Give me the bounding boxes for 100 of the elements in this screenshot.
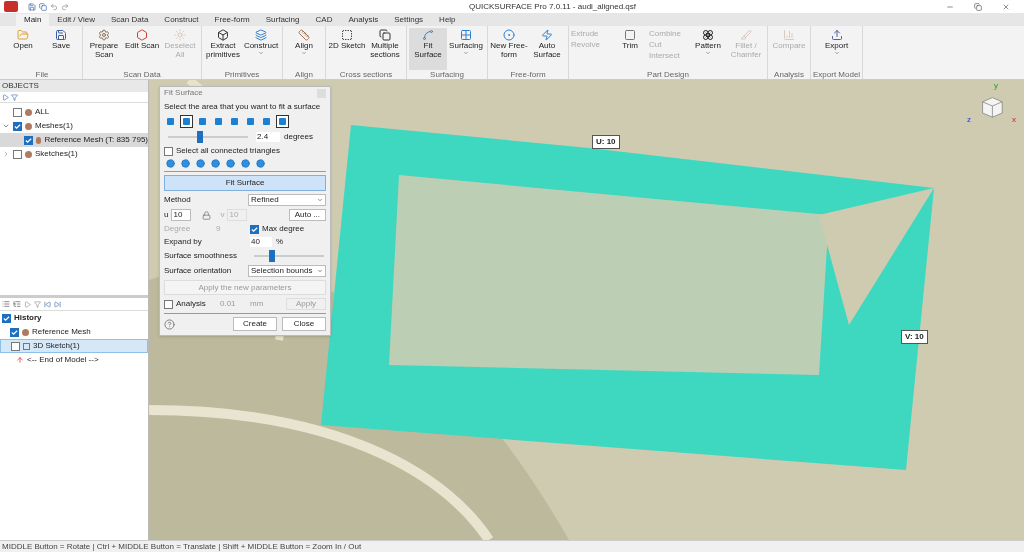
status-text: MIDDLE Button = Rotate | Ctrl + MIDDLE Button = Translate | Shift + MIDDLE Button = Zoom In / Out: [2, 540, 362, 552]
ribbon-button[interactable]: Multiple sections: [366, 28, 404, 70]
save-icon[interactable]: [28, 2, 36, 11]
checkbox-label: Analysis: [176, 299, 207, 309]
undo-icon[interactable]: [50, 2, 58, 11]
menu-tab[interactable]: Construct: [156, 14, 207, 26]
play-icon[interactable]: [24, 300, 31, 308]
group-label: Cross sections: [339, 70, 393, 80]
copy-icon[interactable]: [39, 2, 47, 11]
list-icon[interactable]: [2, 300, 10, 308]
ribbon-button[interactable]: Export: [817, 28, 856, 70]
history-item[interactable]: 3D Sketch(1): [0, 339, 148, 353]
lock-icon[interactable]: [202, 210, 212, 220]
filter-icon[interactable]: [11, 93, 18, 101]
skip-back-icon[interactable]: [44, 300, 51, 308]
ruler-icon: [298, 29, 310, 41]
selection-tool-button[interactable]: [276, 115, 289, 128]
dialog-button[interactable]: Create: [233, 317, 277, 331]
close-icon[interactable]: [1002, 2, 1010, 11]
checkbox[interactable]: [164, 146, 173, 156]
skip-forward-icon[interactable]: [54, 300, 61, 308]
play-icon[interactable]: [2, 93, 9, 101]
ribbon-button[interactable]: Construct: [242, 28, 280, 70]
tree-icon[interactable]: [13, 300, 21, 308]
help-icon[interactable]: [164, 318, 175, 330]
unit-label: %: [276, 237, 284, 247]
ribbon-button[interactable]: Surfacing: [447, 28, 485, 70]
tree-item[interactable]: Reference Mesh (T: 835 795): [0, 133, 148, 147]
tree-label: Meshes(1): [35, 120, 73, 132]
checkbox[interactable]: [13, 121, 22, 131]
layers-icon: [255, 29, 267, 41]
ribbon-button[interactable]: Prepare Scan: [85, 28, 123, 70]
menu-tab[interactable]: Settings: [386, 14, 432, 26]
slider-thumb[interactable]: [197, 131, 203, 143]
slider[interactable]: [168, 131, 248, 143]
checkbox[interactable]: [23, 135, 33, 145]
ribbon-button[interactable]: Fit Surface: [409, 28, 447, 70]
sketch-icon: [23, 342, 30, 350]
history-item[interactable]: Reference Mesh: [0, 325, 148, 339]
unit-label: mm: [250, 299, 265, 309]
ribbon-button[interactable]: Edit Scan: [123, 28, 161, 70]
checkbox[interactable]: [250, 224, 259, 234]
history-item[interactable]: <-- End of Model -->: [0, 353, 148, 367]
checkbox[interactable]: [2, 313, 11, 323]
menu-tab[interactable]: Main: [16, 14, 50, 26]
tree-label: ALL: [35, 106, 50, 118]
slider-thumb[interactable]: [268, 250, 275, 262]
ribbon-button[interactable]: Trim: [611, 28, 649, 70]
ribbon-button[interactable]: Extract primitives: [204, 28, 242, 70]
sketch-icon: [341, 29, 353, 41]
field-label: Surface smoothness: [164, 251, 238, 261]
group-label: Align: [295, 70, 313, 80]
angle-field[interactable]: 2.4: [256, 132, 280, 142]
checkbox[interactable]: [11, 341, 20, 351]
expand-field[interactable]: 40: [250, 237, 272, 247]
history-item[interactable]: History: [0, 311, 148, 325]
menu-tab[interactable]: Free-form: [206, 14, 258, 26]
ribbon-button[interactable]: Auto Surface: [528, 28, 566, 70]
square-icon: [624, 29, 636, 41]
group-label: Primitives: [224, 70, 260, 80]
dialog-button[interactable]: Close: [282, 317, 326, 331]
checkbox[interactable]: [13, 107, 22, 117]
lightning-icon: [541, 29, 553, 41]
ribbon-button[interactable]: Align: [285, 28, 323, 70]
caret-icon: [317, 197, 323, 203]
tree-item[interactable]: Sketches(1): [0, 147, 148, 161]
checkbox[interactable]: [13, 149, 22, 159]
menu-tab[interactable]: Surfacing: [257, 14, 308, 26]
menu-tab[interactable]: Scan Data: [103, 14, 157, 26]
field-label: Method: [164, 195, 191, 205]
gear-icon: [98, 29, 110, 41]
auto-button[interactable]: Auto ...: [288, 209, 326, 221]
menu-tab[interactable]: Help: [431, 14, 464, 26]
circle-icon: [503, 29, 515, 41]
ribbon-button[interactable]: New Free-form: [490, 28, 528, 70]
ribbon-button[interactable]: Open: [4, 28, 42, 70]
u-spinner[interactable]: 10: [171, 209, 192, 221]
menu-tab[interactable]: Analysis: [340, 14, 387, 26]
checkbox[interactable]: [10, 327, 19, 337]
window-title: QUICKSURFACE Pro 7.0.11 - audi_aligned.qsf: [467, 0, 636, 13]
ribbon-button[interactable]: Save: [42, 28, 80, 70]
fit-surface-button[interactable]: Fit Surface: [164, 175, 326, 191]
orientation-dropdown[interactable]: Selection bounds: [248, 265, 326, 277]
menu-tab[interactable]: Edit / View: [49, 14, 103, 26]
slider[interactable]: [254, 250, 324, 262]
menu-tab[interactable]: CAD: [307, 14, 341, 26]
redo-icon[interactable]: [61, 2, 69, 11]
ribbon-button[interactable]: 2D Sketch: [328, 28, 366, 70]
method-dropdown[interactable]: Refined: [248, 194, 326, 206]
expand-icon[interactable]: [2, 150, 10, 158]
group-label: Surfacing: [430, 70, 464, 80]
tree-item[interactable]: Meshes(1): [0, 119, 148, 133]
expand-icon[interactable]: [2, 122, 10, 130]
field-label: Expand by: [164, 237, 203, 247]
caret-icon: [317, 268, 323, 274]
selection-tool-button[interactable]: [180, 115, 193, 128]
group-label: Scan Data: [123, 70, 161, 80]
tree-item[interactable]: ALL: [0, 105, 148, 119]
ribbon-button[interactable]: Pattern: [689, 28, 727, 70]
restore-icon[interactable]: [974, 2, 982, 11]
